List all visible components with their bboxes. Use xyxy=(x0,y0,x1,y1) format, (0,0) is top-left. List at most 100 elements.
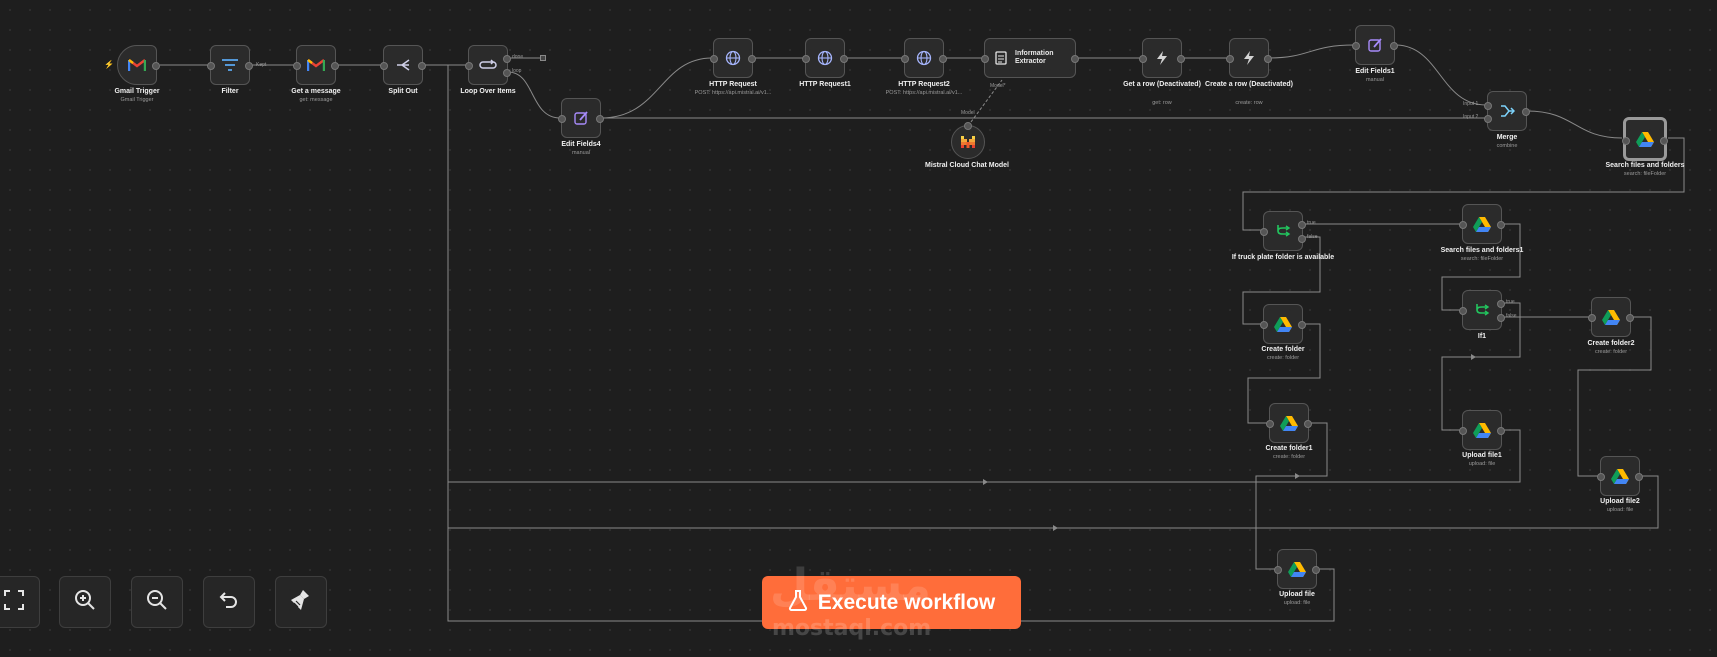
port-label: Input 2 xyxy=(1463,114,1479,120)
output-port[interactable] xyxy=(1497,427,1505,435)
node-create-folder1[interactable] xyxy=(1266,403,1312,443)
node-edit-fields4[interactable] xyxy=(558,98,604,138)
node-filter[interactable] xyxy=(207,45,253,85)
input-port[interactable] xyxy=(1597,473,1605,481)
node-sublabel: search: fileFolder xyxy=(1623,171,1667,177)
output-port-true[interactable] xyxy=(1497,300,1505,308)
input-port[interactable] xyxy=(1459,427,1467,435)
input-port[interactable] xyxy=(1260,228,1268,236)
output-port[interactable] xyxy=(1660,137,1668,145)
input-port[interactable] xyxy=(802,55,810,63)
input-port[interactable] xyxy=(981,55,989,63)
node-upload-file2[interactable] xyxy=(1597,456,1643,496)
node-if1[interactable] xyxy=(1459,290,1505,330)
output-port[interactable] xyxy=(596,115,604,123)
zoom-in-button[interactable] xyxy=(59,576,111,628)
node-edit-fields1[interactable] xyxy=(1352,25,1398,65)
input-port[interactable] xyxy=(293,62,301,70)
output-port-loop[interactable] xyxy=(503,69,511,77)
output-port[interactable] xyxy=(418,62,426,70)
node-upload-file[interactable] xyxy=(1274,549,1320,589)
node-search-files-and-folders[interactable] xyxy=(1622,117,1668,161)
edge-arrow xyxy=(1295,473,1300,479)
node-get-row[interactable] xyxy=(1139,38,1185,78)
input-port[interactable] xyxy=(465,62,473,70)
edge xyxy=(447,64,1521,483)
node-http-request2[interactable] xyxy=(901,38,947,78)
google-drive-icon xyxy=(1288,561,1306,577)
node-label: Search files and folders xyxy=(1605,162,1685,169)
node-loop-over-items[interactable] xyxy=(465,45,511,85)
input-port[interactable] xyxy=(1459,307,1467,315)
node-gmail-trigger[interactable] xyxy=(117,45,160,85)
input-port[interactable] xyxy=(207,62,215,70)
input-port[interactable] xyxy=(1588,314,1596,322)
node-sublabel: manual xyxy=(1365,77,1385,83)
zoom-out-button[interactable] xyxy=(131,576,183,628)
add-node-plus-icon[interactable] xyxy=(540,55,546,61)
output-port[interactable] xyxy=(1177,55,1185,63)
fit-view-button[interactable] xyxy=(0,576,40,628)
output-port[interactable] xyxy=(1497,221,1505,229)
input-port[interactable] xyxy=(901,55,909,63)
workflow-canvas[interactable]: ⚡ Gmail Trigger Gmail Trigger Kept Filte… xyxy=(0,0,1717,657)
output-port[interactable] xyxy=(245,62,253,70)
output-port[interactable] xyxy=(1304,420,1312,428)
output-port[interactable] xyxy=(1626,314,1634,322)
input-port[interactable] xyxy=(380,62,388,70)
edge xyxy=(1268,44,1355,59)
google-drive-icon xyxy=(1473,216,1491,232)
input-port[interactable] xyxy=(710,55,718,63)
output-port[interactable] xyxy=(1390,42,1398,50)
google-drive-icon xyxy=(1274,316,1292,332)
input-port[interactable] xyxy=(1274,566,1282,574)
output-port[interactable] xyxy=(1264,55,1272,63)
output-port[interactable] xyxy=(1071,55,1079,63)
output-port[interactable] xyxy=(152,62,160,70)
input-port[interactable] xyxy=(1226,55,1234,63)
tidy-up-button[interactable] xyxy=(275,576,327,628)
node-create-folder[interactable] xyxy=(1260,304,1306,344)
google-drive-icon xyxy=(1602,309,1620,325)
input-port[interactable] xyxy=(1266,420,1274,428)
output-port[interactable] xyxy=(1635,473,1643,481)
output-port[interactable] xyxy=(1312,566,1320,574)
output-port[interactable] xyxy=(964,122,972,130)
output-port[interactable] xyxy=(840,55,848,63)
node-mistral-cloud-chat-model[interactable] xyxy=(951,122,985,159)
node-information-extractor[interactable]: Information Extractor xyxy=(981,38,1079,78)
output-port[interactable] xyxy=(331,62,339,70)
output-port[interactable] xyxy=(1298,321,1306,329)
input-port[interactable] xyxy=(558,115,566,123)
input-port-1[interactable] xyxy=(1484,102,1492,110)
port-label: Model xyxy=(961,110,975,116)
node-get-message[interactable] xyxy=(293,45,339,85)
output-port-false[interactable] xyxy=(1298,235,1306,243)
input-port-2[interactable] xyxy=(1484,115,1492,123)
node-search-files-and-folders1[interactable] xyxy=(1459,204,1505,244)
node-http-request[interactable] xyxy=(710,38,756,78)
input-port[interactable] xyxy=(1352,42,1360,50)
output-port-false[interactable] xyxy=(1497,314,1505,322)
undo-button[interactable] xyxy=(203,576,255,628)
output-port[interactable] xyxy=(1522,108,1530,116)
branch-label: false xyxy=(1506,313,1517,319)
node-sublabel: Gmail Trigger xyxy=(120,97,154,103)
node-create-folder2[interactable] xyxy=(1588,297,1634,337)
node-split-out[interactable] xyxy=(380,45,426,85)
output-port-done[interactable] xyxy=(503,55,511,63)
node-create-row[interactable] xyxy=(1226,38,1272,78)
node-upload-file1[interactable] xyxy=(1459,410,1505,450)
output-port[interactable] xyxy=(748,55,756,63)
input-port[interactable] xyxy=(1459,221,1467,229)
node-if-truck-plate-folder[interactable] xyxy=(1260,211,1306,251)
node-merge[interactable] xyxy=(1484,91,1530,131)
node-http-request1[interactable] xyxy=(802,38,848,78)
input-port[interactable] xyxy=(1139,55,1147,63)
input-port[interactable] xyxy=(1622,137,1630,145)
input-port[interactable] xyxy=(1260,321,1268,329)
output-port-true[interactable] xyxy=(1298,221,1306,229)
trigger-bolt-icon: ⚡ xyxy=(104,60,114,69)
gmail-icon xyxy=(128,58,146,72)
output-port[interactable] xyxy=(939,55,947,63)
